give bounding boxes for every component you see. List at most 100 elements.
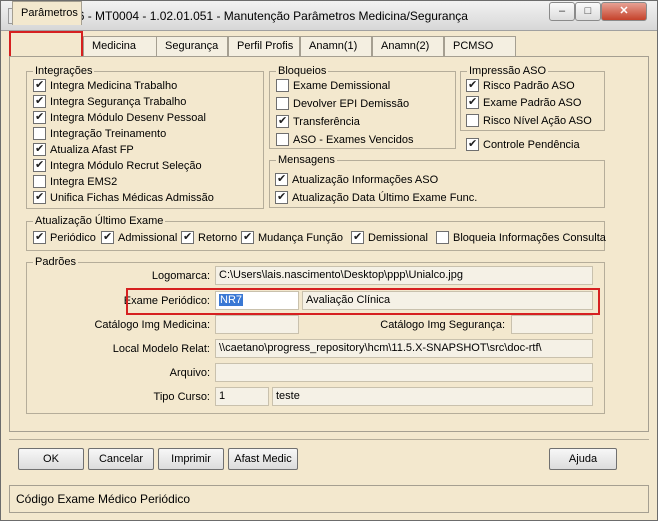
checkbox-controle-pendencia[interactable]: Controle Pendência bbox=[466, 137, 580, 151]
checkbox-atualizacao-info-aso[interactable]: Atualização Informações ASO bbox=[275, 172, 439, 186]
checkbox-label: Risco Padrão ASO bbox=[483, 79, 575, 92]
afast-medic-button[interactable]: Afast Medic bbox=[228, 448, 298, 470]
checkbox-integra-recrut[interactable]: Integra Módulo Recrut Seleção bbox=[33, 158, 202, 172]
checkbox-label: Exame Padrão ASO bbox=[483, 96, 582, 109]
tab-highlight-box bbox=[9, 31, 83, 59]
checkbox-icon bbox=[33, 158, 46, 172]
tab-seguranca[interactable]: Segurança bbox=[156, 36, 228, 56]
checkbox-icon bbox=[466, 78, 479, 92]
catalogo-medicina-label: Catálogo Img Medicina: bbox=[94, 319, 210, 331]
checkbox-admissional[interactable]: Admissional bbox=[101, 230, 178, 244]
checkbox-icon bbox=[276, 79, 289, 92]
checkbox-icon bbox=[241, 230, 254, 244]
cancelar-button[interactable]: Cancelar bbox=[88, 448, 154, 470]
tab-parametros[interactable]: Parâmetros bbox=[12, 1, 82, 25]
tab-medicina[interactable]: Medicina bbox=[83, 36, 158, 56]
exame-periodico-code-field[interactable]: NR7 bbox=[215, 291, 299, 310]
group-title-mensagens: Mensagens bbox=[276, 154, 337, 166]
checkbox-integra-desenv[interactable]: Integra Módulo Desenv Pessoal bbox=[33, 110, 206, 124]
catalogo-seguranca-label: Catálogo Img Segurança: bbox=[380, 319, 505, 331]
checkbox-label: Exame Demissional bbox=[293, 79, 391, 92]
checkbox-label: Atualização Informações ASO bbox=[292, 173, 439, 186]
arquivo-label: Arquivo: bbox=[169, 367, 210, 379]
checkbox-integracao-treinamento[interactable]: Integração Treinamento bbox=[33, 127, 166, 140]
modelo-relat-field[interactable]: \\caetano\progress_repository\hcm\11.5.X… bbox=[215, 339, 593, 358]
checkbox-icon bbox=[466, 95, 479, 109]
main-window: 06.9.5596 - MT0004 - 1.02.01.051 - Manut… bbox=[0, 0, 658, 521]
checkbox-label: Periódico bbox=[50, 231, 96, 244]
imprimir-button[interactable]: Imprimir bbox=[158, 448, 224, 470]
checkbox-label: Integra Medicina Trabalho bbox=[50, 79, 178, 92]
window-title: 06.9.5596 - MT0004 - 1.02.01.051 - Manut… bbox=[31, 9, 468, 23]
checkbox-label: Admissional bbox=[118, 231, 178, 244]
exame-periodico-code-value: NR7 bbox=[219, 294, 244, 306]
checkbox-label: Risco Nível Ação ASO bbox=[483, 114, 592, 127]
checkbox-icon bbox=[33, 94, 46, 108]
checkbox-unifica-fichas[interactable]: Unifica Fichas Médicas Admissão bbox=[33, 190, 214, 204]
arquivo-field[interactable] bbox=[215, 363, 593, 382]
title-bar[interactable]: 06.9.5596 - MT0004 - 1.02.01.051 - Manut… bbox=[1, 1, 657, 31]
checkbox-label: Integra Módulo Recrut Seleção bbox=[50, 159, 202, 172]
checkbox-mudanca-funcao[interactable]: Mudança Função bbox=[241, 230, 343, 244]
group-title-integracoes: Integrações bbox=[33, 65, 95, 77]
exame-periodico-label: Exame Periódico: bbox=[123, 295, 210, 307]
group-title-padroes: Padrões bbox=[33, 256, 78, 268]
checkbox-label: Mudança Função bbox=[258, 231, 343, 244]
checkbox-demissional[interactable]: Demissional bbox=[351, 230, 428, 244]
ok-button[interactable]: OK bbox=[18, 448, 84, 470]
checkbox-exame-padrao[interactable]: Exame Padrão ASO bbox=[466, 95, 582, 109]
checkbox-icon bbox=[276, 114, 289, 128]
checkbox-icon bbox=[33, 78, 46, 92]
checkbox-devolver-epi[interactable]: Devolver EPI Demissão bbox=[276, 97, 409, 110]
exame-periodico-desc-field: Avaliação Clínica bbox=[302, 291, 593, 310]
minimize-button[interactable]: – bbox=[549, 2, 575, 21]
tab-perfil-profis[interactable]: Perfil Profis bbox=[228, 36, 300, 56]
tab-pcmso[interactable]: PCMSO bbox=[444, 36, 516, 56]
logomarca-field[interactable]: C:\Users\lais.nascimento\Desktop\ppp\Uni… bbox=[215, 266, 593, 285]
checkbox-atualiza-afast[interactable]: Atualiza Afast FP bbox=[33, 142, 134, 156]
checkbox-risco-nivel[interactable]: Risco Nível Ação ASO bbox=[466, 114, 592, 127]
checkbox-risco-padrao[interactable]: Risco Padrão ASO bbox=[466, 78, 575, 92]
checkbox-label: Integração Treinamento bbox=[50, 127, 167, 140]
checkbox-atualizacao-data-exame[interactable]: Atualização Data Último Exame Func. bbox=[275, 190, 477, 204]
checkbox-icon bbox=[275, 172, 288, 186]
button-separator bbox=[9, 439, 649, 440]
checkbox-bloqueia-info[interactable]: Bloqueia Informações Consulta bbox=[436, 231, 606, 244]
maximize-button[interactable]: □ bbox=[575, 2, 601, 21]
catalogo-seguranca-field[interactable] bbox=[511, 315, 593, 334]
checkbox-icon bbox=[466, 137, 479, 151]
checkbox-label: Bloqueia Informações Consulta bbox=[453, 231, 606, 244]
status-bar: Código Exame Médico Periódico bbox=[9, 485, 649, 513]
checkbox-icon bbox=[351, 230, 364, 244]
catalogo-medicina-field[interactable] bbox=[215, 315, 299, 334]
checkbox-integra-medicina[interactable]: Integra Medicina Trabalho bbox=[33, 78, 178, 92]
checkbox-integra-ems2[interactable]: Integra EMS2 bbox=[33, 175, 117, 188]
checkbox-icon bbox=[436, 231, 449, 244]
group-title-bloqueios: Bloqueios bbox=[276, 65, 329, 77]
tab-anamn-1[interactable]: Anamn(1) bbox=[300, 36, 372, 56]
checkbox-label: Atualiza Afast FP bbox=[50, 143, 134, 156]
checkbox-integra-seguranca[interactable]: Integra Segurança Trabalho bbox=[33, 94, 187, 108]
checkbox-retorno[interactable]: Retorno bbox=[181, 230, 238, 244]
checkbox-icon bbox=[33, 190, 46, 204]
checkbox-transferencia[interactable]: Transferência bbox=[276, 114, 360, 128]
checkbox-label: Retorno bbox=[198, 231, 238, 244]
group-title-atualizacao: Atualização Último Exame bbox=[33, 215, 166, 227]
close-button[interactable]: ✕ bbox=[601, 2, 647, 21]
checkbox-icon bbox=[275, 190, 288, 204]
checkbox-icon bbox=[33, 230, 46, 244]
ajuda-button[interactable]: Ajuda bbox=[549, 448, 617, 470]
checkbox-label: Integra EMS2 bbox=[50, 175, 118, 188]
checkbox-label: Transferência bbox=[293, 115, 360, 128]
tab-anamn-2[interactable]: Anamn(2) bbox=[372, 36, 444, 56]
checkbox-periodico[interactable]: Periódico bbox=[33, 230, 96, 244]
checkbox-icon bbox=[276, 97, 289, 110]
tipo-curso-desc-field: teste bbox=[272, 387, 593, 406]
checkbox-icon bbox=[33, 127, 46, 140]
tipo-curso-code-field[interactable]: 1 bbox=[215, 387, 269, 406]
checkbox-exame-demissional[interactable]: Exame Demissional bbox=[276, 79, 390, 92]
checkbox-aso-exames-vencidos[interactable]: ASO - Exames Vencidos bbox=[276, 133, 413, 146]
checkbox-label: ASO - Exames Vencidos bbox=[293, 133, 414, 146]
checkbox-icon bbox=[33, 175, 46, 188]
checkbox-label: Integra Segurança Trabalho bbox=[50, 95, 187, 108]
